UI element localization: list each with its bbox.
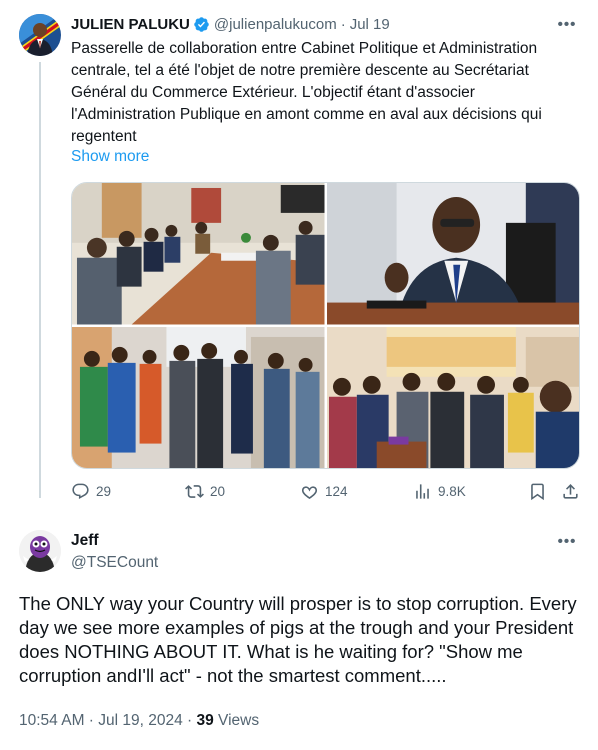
more-options-icon[interactable]: ••• — [556, 530, 578, 552]
retweet-count: 20 — [210, 484, 226, 499]
retweet-icon — [185, 485, 204, 498]
like-button[interactable]: 124 — [300, 482, 348, 501]
thread-connector-line — [39, 62, 41, 498]
reply-timestamp[interactable]: 10:54 AM · Jul 19, 2024 · — [19, 712, 197, 729]
tweet-header: JULIEN PALUKU @julienpalukucom · Jul 19 — [71, 14, 578, 34]
share-button[interactable] — [561, 482, 580, 501]
reply-count: 29 — [96, 484, 112, 499]
views-chart-icon — [416, 484, 429, 499]
tweet-text: Passerelle de collaboration entre Cabine… — [71, 40, 542, 145]
tweet-date[interactable]: Jul 19 — [350, 16, 390, 33]
view-count: 9.8K — [438, 484, 466, 499]
show-more-link[interactable]: Show more — [71, 148, 149, 166]
reply-text: The ONLY way your Country will prosper i… — [19, 593, 577, 686]
tweet-photo-2[interactable] — [326, 183, 579, 325]
tweet-photo-1[interactable] — [72, 183, 325, 325]
reply-view-count: 39 — [196, 712, 214, 729]
retweet-button[interactable]: 20 — [185, 482, 225, 501]
reply-button[interactable]: 29 — [71, 482, 111, 501]
author-handle[interactable]: @julienpalukucom — [214, 16, 337, 33]
reply-views-label: Views — [213, 712, 260, 729]
bookmark-icon — [531, 483, 544, 501]
verified-badge-icon[interactable] — [193, 16, 210, 33]
reply-icon — [72, 483, 89, 499]
author-name[interactable]: JULIEN PALUKU — [71, 16, 190, 33]
tweet-actions-bar: 29 20 124 9.8K — [71, 482, 581, 504]
separator-dot: · — [340, 15, 346, 33]
author-avatar[interactable] — [19, 14, 61, 56]
views-button[interactable]: 9.8K — [413, 482, 466, 501]
heart-icon — [301, 486, 318, 500]
like-count: 124 — [325, 484, 348, 499]
tweet-photo-4[interactable] — [326, 326, 579, 468]
more-options-icon[interactable]: ••• — [556, 13, 578, 35]
tweet-photo-3[interactable] — [72, 326, 325, 468]
reply-author-avatar[interactable] — [19, 530, 61, 572]
reply-author-handle[interactable]: @TSECount — [71, 554, 158, 572]
reply-author-name[interactable]: Jeff — [71, 532, 99, 550]
reply-metadata: 10:54 AM · Jul 19, 2024 · 39 Views — [19, 712, 259, 730]
bookmark-button[interactable] — [528, 482, 547, 501]
media-grid — [71, 182, 580, 469]
share-icon — [563, 484, 578, 499]
